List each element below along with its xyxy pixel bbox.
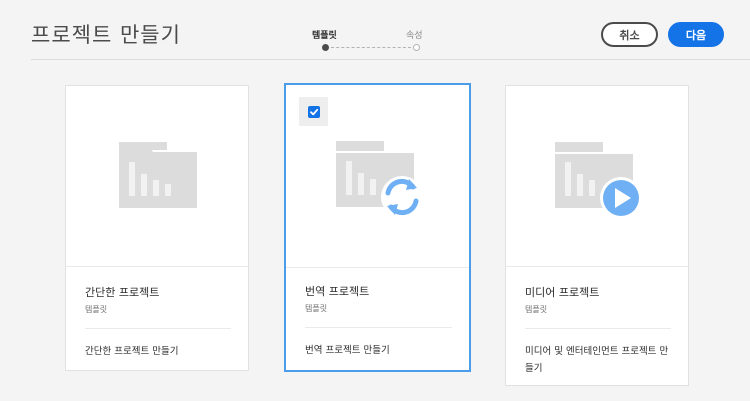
folder-play-icon [555,142,642,219]
card-divider [506,266,688,267]
card-title: 미디어 프로젝트 [525,286,600,299]
card-divider [66,266,248,267]
card-title: 번역 프로젝트 [305,285,370,298]
card-description: 미디어 및 엔터테인먼트 프로젝트 만들기 [525,346,669,374]
card-media-project[interactable]: 미디어 프로젝트 템플릿 미디어 및 엔터테인먼트 프로젝트 만들기 [505,85,689,386]
header: 프로젝트 만들기 템플릿 속성 취소 다음 [0,0,750,60]
cancel-button[interactable]: 취소 [601,22,658,47]
card-inner-divider [305,327,452,328]
card-divider [286,267,469,268]
card-inner-divider [85,328,231,329]
step-label-properties: 속성 [406,31,423,41]
card-description: 번역 프로젝트 만들기 [305,345,390,356]
header-divider [31,59,750,60]
folder-sync-icon [336,141,423,218]
card-simple-project[interactable]: 간단한 프로젝트 템플릿 간단한 프로젝트 만들기 [65,85,249,371]
card-preview [506,86,688,266]
card-subtitle: 템플릿 [305,304,328,313]
step-dot-active [322,44,329,51]
card-preview [286,85,469,265]
card-inner-divider [525,328,671,329]
folder-chart-icon [119,142,197,208]
card-translation-project[interactable]: 번역 프로젝트 템플릿 번역 프로젝트 만들기 [284,83,471,372]
page-title: 프로젝트 만들기 [31,23,181,47]
card-subtitle: 템플릿 [85,305,108,314]
wizard-stepper: 템플릿 속성 [300,28,440,58]
card-preview [66,86,248,266]
step-connector [331,47,411,48]
card-description: 간단한 프로젝트 만들기 [85,346,179,357]
step-dot-inactive [413,44,420,51]
card-title: 간단한 프로젝트 [85,286,160,299]
next-button[interactable]: 다음 [668,22,724,47]
step-label-template: 템플릿 [312,31,337,41]
card-subtitle: 템플릿 [525,305,548,314]
